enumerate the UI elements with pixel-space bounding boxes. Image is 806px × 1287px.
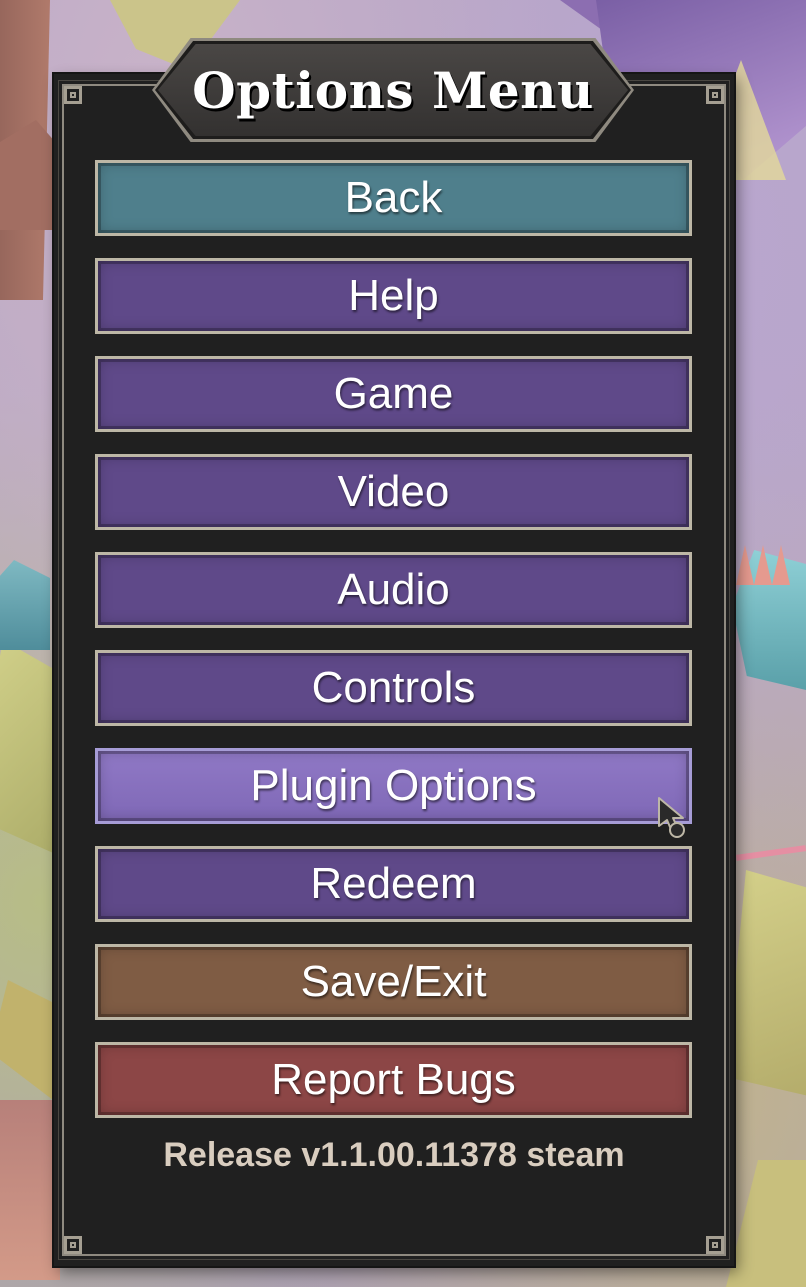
video-button[interactable]: Video	[95, 454, 692, 530]
page-title: Options Menu	[192, 60, 594, 120]
controls-button[interactable]: Controls	[95, 650, 692, 726]
help-button[interactable]: Help	[95, 258, 692, 334]
back-button[interactable]: Back	[95, 160, 692, 236]
corner-ornament-icon	[64, 86, 82, 104]
options-menu: Back Help Game Video Audio Controls Plug…	[95, 160, 692, 1140]
version-label: Release v1.1.00.11378 steam	[163, 1136, 625, 1174]
plugin-options-button[interactable]: Plugin Options	[95, 748, 692, 824]
pointer-cursor-icon	[658, 797, 685, 838]
corner-ornament-icon	[706, 1236, 724, 1254]
corner-ornament-icon	[706, 86, 724, 104]
rock-left	[0, 1100, 60, 1280]
game-button[interactable]: Game	[95, 356, 692, 432]
redeem-button[interactable]: Redeem	[95, 846, 692, 922]
audio-button[interactable]: Audio	[95, 552, 692, 628]
corner-ornament-icon	[64, 1236, 82, 1254]
save-exit-button[interactable]: Save/Exit	[95, 944, 692, 1020]
report-bugs-button[interactable]: Report Bugs	[95, 1042, 692, 1118]
